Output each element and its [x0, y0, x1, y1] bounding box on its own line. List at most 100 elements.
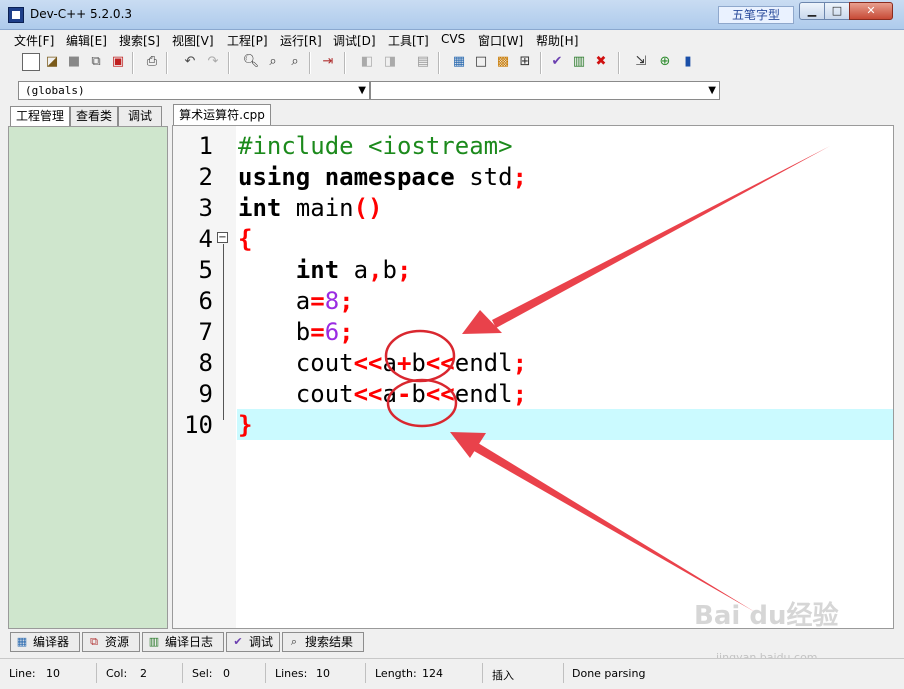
new-file-icon[interactable] [22, 53, 40, 71]
status-lines-value: 10 [316, 667, 330, 680]
tab-compile-log[interactable]: ▥ 编译日志 [142, 632, 224, 652]
print-icon[interactable]: ⎙ [143, 53, 161, 71]
tab-resources[interactable]: ⧉ 资源 [82, 632, 140, 652]
undo-icon[interactable]: ↶ [181, 53, 199, 71]
menu-tools[interactable]: 工具[T] [388, 32, 429, 49]
grid-icon: ▦ [16, 635, 28, 648]
line-number: 3 [198, 194, 213, 222]
tab-file[interactable]: 算术运算符.cpp [173, 104, 271, 125]
line-number: 10 [184, 411, 213, 439]
find-next-icon[interactable]: ⌕ [286, 53, 304, 71]
code-line-10: } [238, 411, 253, 439]
menu-debug[interactable]: 调试[D] [333, 32, 376, 49]
project-tree[interactable] [8, 126, 168, 629]
save-all-icon[interactable]: ⧉ [87, 53, 105, 71]
current-line-highlight [237, 409, 893, 440]
find-icon[interactable]: 🔍︎ [242, 53, 260, 71]
minimize-button[interactable]: ▁ [799, 2, 825, 20]
rebuild-icon[interactable]: ⊞ [516, 53, 534, 71]
tab-project[interactable]: 工程管理 [10, 106, 70, 127]
toolbar: ◪ ■ ⧉ ▣ ⎙ ↶ ↷ 🔍︎ ⌕ ⌕ ⇥ ◧ ◨ ▤ ▦ □ ▩ ⊞ ✔ ▥… [6, 50, 898, 77]
menu-search[interactable]: 搜索[S] [119, 32, 160, 49]
code-line-2: using namespace std; [238, 163, 527, 191]
menu-help[interactable]: 帮助[H] [536, 32, 578, 49]
line-number: 4 [198, 225, 213, 253]
line-number: 6 [198, 287, 213, 315]
status-bar: Line: 10 Col: 2 Sel: 0 Lines: 10 Length:… [0, 658, 904, 689]
compile-icon[interactable]: ▦ [450, 53, 468, 71]
save-icon[interactable]: ■ [65, 53, 83, 71]
tab-search-results[interactable]: ⌕ 搜索结果 [282, 632, 364, 652]
maximize-button[interactable]: □ [824, 2, 850, 20]
code-line-7: b=6; [238, 318, 354, 346]
project-options-icon[interactable]: ▤ [414, 53, 432, 71]
status-length-label: Length: [375, 667, 417, 680]
line-number: 5 [198, 256, 213, 284]
tab-search-results-label: 搜索结果 [305, 635, 354, 649]
goto-line-icon[interactable]: ⇥ [319, 53, 337, 71]
tab-debug[interactable]: 调试 [118, 106, 162, 126]
ime-indicator[interactable]: 五笔字型 [718, 6, 794, 24]
chevron-down-icon[interactable]: ▼ [708, 82, 716, 99]
line-number: 7 [198, 318, 213, 346]
add-to-project-icon[interactable]: ◧ [358, 53, 376, 71]
code-editor[interactable]: 1 2 3 4 5 6 7 8 9 10 − #include <iostrea… [172, 125, 894, 629]
stop-icon[interactable]: ✖ [592, 53, 610, 71]
line-number: 2 [198, 163, 213, 191]
tab-compiler-label: 编译器 [33, 635, 70, 649]
code-line-6: a=8; [238, 287, 354, 315]
title-bar: Dev-C++ 5.2.0.3 五笔字型 ▁ □ ✕ [0, 0, 904, 30]
insert-icon[interactable]: ⊕ [656, 53, 674, 71]
compile-run-icon[interactable]: ▩ [494, 53, 512, 71]
resources-icon: ⧉ [90, 635, 98, 648]
chevron-down-icon[interactable]: ▼ [358, 82, 366, 99]
close-file-icon[interactable]: ▣ [109, 53, 127, 71]
menu-project[interactable]: 工程[P] [227, 32, 268, 49]
search-icon: ⌕ [290, 635, 298, 648]
open-icon[interactable]: ◪ [43, 53, 61, 71]
status-col-label: Col: [106, 667, 128, 680]
members-combo[interactable]: ▼ [370, 81, 720, 100]
tab-compile-log-label: 编译日志 [165, 635, 214, 649]
fold-guide [223, 244, 224, 420]
bookmark-icon[interactable]: ▮ [679, 53, 697, 71]
status-message: Done parsing [572, 667, 646, 680]
tab-classes[interactable]: 查看类 [70, 106, 118, 126]
status-lines-label: Lines: [275, 667, 308, 680]
close-button[interactable]: ✕ [849, 2, 893, 20]
redo-icon[interactable]: ↷ [204, 53, 222, 71]
status-sel-value: 0 [223, 667, 230, 680]
tab-compiler[interactable]: ▦ 编译器 [10, 632, 80, 652]
line-number: 1 [198, 132, 213, 160]
status-length-value: 124 [422, 667, 443, 680]
menu-edit[interactable]: 编辑[E] [66, 32, 107, 49]
fold-toggle-icon[interactable]: − [217, 232, 228, 243]
menu-window[interactable]: 窗口[W] [478, 32, 523, 49]
app-icon [8, 7, 24, 23]
status-line-label: Line: [9, 667, 36, 680]
menu-view[interactable]: 视图[V] [172, 32, 214, 49]
run-icon[interactable]: □ [472, 53, 490, 71]
remove-from-project-icon[interactable]: ◨ [381, 53, 399, 71]
scope-combo[interactable]: (globals) ▼ [18, 81, 370, 100]
menu-run[interactable]: 运行[R] [280, 32, 322, 49]
code-line-1: #include <iostream> [238, 132, 513, 160]
code-line-4: { [238, 225, 253, 253]
tab-resources-label: 资源 [105, 635, 130, 649]
profile-icon[interactable]: ▥ [570, 53, 588, 71]
project-panel: 工程管理 查看类 调试 [8, 106, 168, 629]
check-icon: ✔ [233, 635, 243, 648]
new-project-icon[interactable]: ⇲ [632, 53, 650, 71]
check-syntax-icon[interactable]: ✔ [548, 53, 566, 71]
chart-icon: ▥ [148, 635, 160, 648]
tab-debug-output[interactable]: ✔ 调试 [226, 632, 280, 652]
status-sel-label: Sel: [192, 667, 213, 680]
status-insert-mode: 插入 [492, 669, 514, 682]
status-col-value: 2 [140, 667, 147, 680]
code-line-8: cout<<a+b<<endl; [238, 349, 528, 377]
replace-icon[interactable]: ⌕ [264, 53, 282, 71]
menu-file[interactable]: 文件[F] [14, 32, 54, 49]
menu-cvs[interactable]: CVS [441, 32, 465, 46]
code-line-5: int a,b; [295, 256, 412, 284]
window-title: Dev-C++ 5.2.0.3 [30, 7, 133, 21]
